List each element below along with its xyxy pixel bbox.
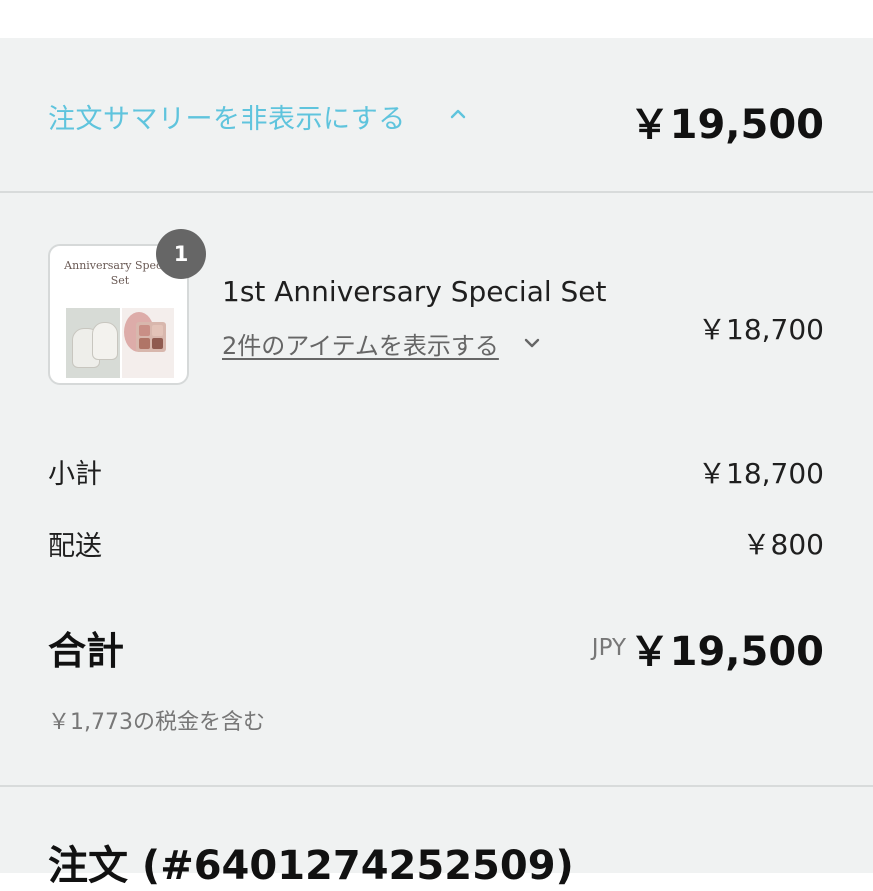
eyeshadow-palette-image	[122, 308, 174, 378]
header-total-price: ￥19,500	[629, 102, 824, 148]
currency-code: JPY	[591, 635, 626, 661]
total-label: 合計	[48, 629, 125, 673]
tax-note: ￥1,773の税金を含む	[48, 710, 265, 735]
shipping-value: ￥800	[742, 528, 824, 561]
sneakers-image	[66, 308, 120, 378]
order-number-heading: 注文 (#6401274252509)	[48, 843, 574, 889]
product-name: 1st Anniversary Special Set	[222, 275, 607, 308]
hide-summary-link[interactable]: 注文サマリーを非表示にする	[48, 97, 406, 136]
top-blank-area	[0, 0, 873, 38]
subtotal-label: 小計	[48, 459, 102, 490]
product-image: Anniversary Special Set	[64, 252, 176, 380]
product-price: ￥18,700	[698, 313, 824, 346]
subtotal-value: ￥18,700	[698, 457, 824, 490]
section-divider	[0, 785, 873, 787]
chevron-down-icon[interactable]	[524, 335, 540, 351]
shipping-label: 配送	[48, 531, 102, 562]
chevron-up-icon[interactable]	[450, 106, 466, 122]
quantity-badge: 1	[156, 229, 206, 279]
total-value: ￥19,500	[629, 629, 824, 675]
show-items-link[interactable]: 2件のアイテムを表示する	[222, 326, 499, 361]
